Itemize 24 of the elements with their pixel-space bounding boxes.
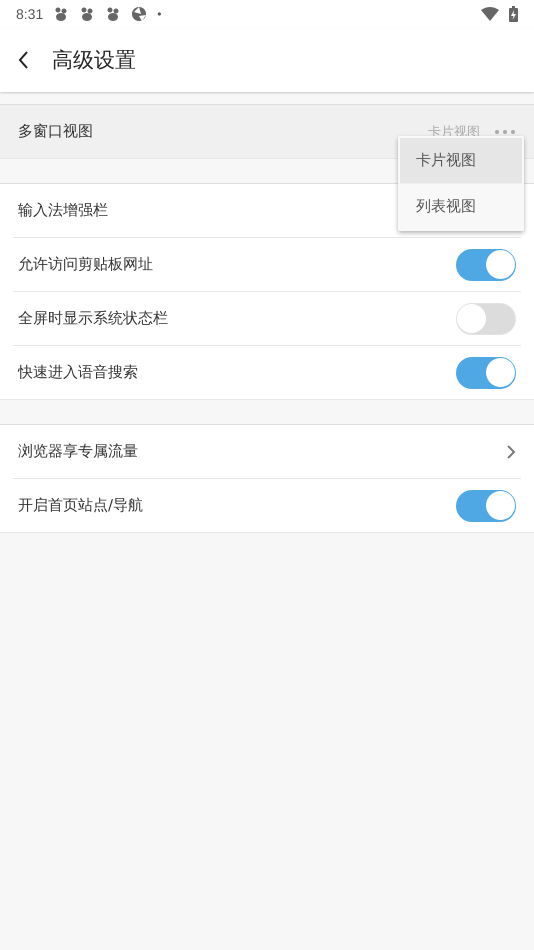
aperture-icon: [131, 6, 148, 22]
battery-charging-icon: [509, 6, 518, 22]
wifi-icon: [481, 7, 499, 21]
page-title: 高级设置: [52, 47, 136, 74]
toggle-switch[interactable]: [456, 356, 516, 388]
setting-label: 开启首页站点/导航: [18, 496, 144, 515]
back-icon[interactable]: [18, 50, 30, 70]
setting-label: 快速进入语音搜索: [18, 363, 138, 382]
menu-item[interactable]: 卡片视图: [400, 138, 522, 183]
setting-label: 多窗口视图: [18, 122, 93, 141]
paw-icon: [53, 6, 70, 22]
more-icon[interactable]: [494, 128, 516, 134]
paw-icon: [105, 6, 122, 22]
setting-label: 输入法增强栏: [18, 201, 108, 220]
toggle-switch[interactable]: [456, 490, 516, 522]
toggle-switch[interactable]: [456, 248, 516, 280]
notification-dot: •: [157, 7, 162, 21]
menu-item[interactable]: 列表视图: [400, 183, 522, 229]
paw-icon: [79, 6, 96, 22]
setting-label: 允许访问剪贴板网址: [18, 255, 153, 274]
clock: 8:31: [16, 6, 44, 22]
setting-label: 全屏时显示系统状态栏: [18, 309, 168, 328]
setting-label: 浏览器享专属流量: [18, 442, 138, 461]
chevron-right-icon: [507, 444, 516, 458]
